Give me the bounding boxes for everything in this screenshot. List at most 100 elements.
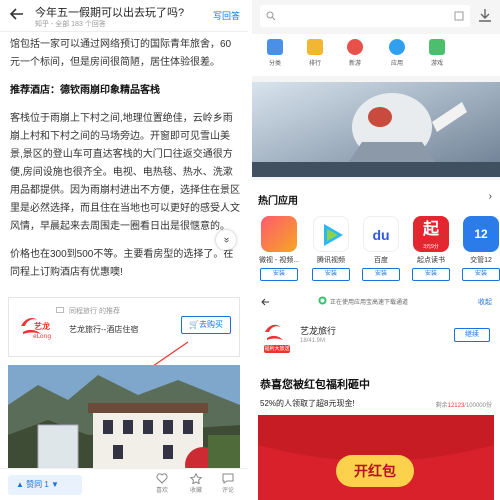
download-icon[interactable] (478, 8, 492, 22)
comment-button[interactable]: 评论 (216, 473, 240, 494)
traffic-icon-text: 12 (474, 227, 488, 241)
install-button[interactable]: 安装 (312, 268, 350, 281)
app-name: 百度 (374, 257, 388, 264)
search-icon (266, 11, 276, 21)
app-item[interactable]: du 百度 安装 (356, 216, 406, 281)
install-button[interactable]: 安装 (412, 268, 450, 281)
gamepad-icon (429, 39, 445, 55)
remaining-prefix: 剩余 (435, 403, 448, 409)
install-button[interactable]: 安装 (260, 268, 298, 281)
app-item[interactable]: 12 交管12 安装 (456, 216, 500, 281)
arrow-right-icon[interactable]: › (489, 191, 492, 202)
app-item[interactable]: 起 3元9分 起点读书 安装 (406, 216, 456, 281)
like-label: 喜欢 (155, 488, 168, 494)
back-arrow-icon[interactable] (9, 6, 25, 22)
download-channel-note: 正在使用应用宝高速下载通道 (330, 300, 409, 306)
category-item[interactable]: 游戏 (420, 39, 454, 67)
answer-body: 馆包括一家可以通过网络预订的国际青年旅舍，60元一个标间，但是房间很简陋，居住体… (10, 36, 240, 292)
collapse-button[interactable]: » (216, 230, 236, 250)
scan-icon[interactable] (454, 11, 464, 21)
like-button[interactable]: 喜欢 (150, 473, 174, 494)
answer-footer: ▲ 赞同 1 ▼ 喜欢 收藏 评论 (0, 468, 248, 500)
category-row: 分类 排行 新游 应用 游戏 (252, 34, 500, 76)
yingyongbao-icon (318, 296, 327, 305)
install-button[interactable]: 安装 (362, 268, 400, 281)
buy-label: 去购买 (198, 320, 223, 329)
category-item[interactable]: 分类 (258, 39, 292, 67)
game-banner[interactable] (252, 82, 500, 177)
app-name: 腾讯视频 (317, 257, 345, 264)
screenshot-collage: 今年五一假期可以出去玩了吗? 知乎 - 全部 183 个回答 写回答 馆包括一家… (0, 0, 500, 500)
category-item[interactable]: 应用 (380, 39, 414, 67)
download-progress-text: 18/41.9M (300, 338, 326, 344)
double-chevron-icon: » (221, 237, 232, 243)
remaining-count: 剩余12123/100000份 (436, 400, 492, 409)
comment-icon (222, 473, 234, 484)
baidu-icon-text: du (372, 227, 390, 243)
question-meta: 知乎 - 全部 183 个回答 (35, 21, 106, 28)
qidian-icon: 起 3元9分 (413, 216, 449, 252)
app-name: 微视 - 视频... (258, 257, 300, 264)
traffic-12123-icon: 12 (463, 216, 499, 252)
red-packet: 开红包 (258, 415, 494, 500)
baidu-icon: du (363, 216, 399, 252)
upvote-arrow-icon: ▲ (16, 480, 27, 489)
category-item[interactable]: 排行 (298, 39, 332, 67)
write-answer-button[interactable]: 写回答 (213, 9, 240, 22)
install-button[interactable]: 安装 (462, 268, 500, 281)
category-label: 排行 (308, 61, 321, 67)
collapse-link[interactable]: 收起 (478, 297, 492, 307)
category-label: 游戏 (430, 61, 443, 67)
favorite-label: 收藏 (189, 488, 202, 494)
paragraph: 客栈位于雨崩上下村之间,地理位置绝佳，云岭乡雨崩上村和下村之间的马场旁边。开窗即… (10, 113, 240, 232)
game-new-icon (347, 39, 363, 55)
open-red-packet-button[interactable]: 开红包 (336, 455, 414, 487)
upvote-label: 赞同 1 (26, 480, 49, 489)
sheet-header: 正在使用应用宝高速下载通道 收起 (252, 292, 500, 312)
favorite-button[interactable]: 收藏 (184, 473, 208, 494)
claim-stat: 52%的人领取了超8元现金! (260, 399, 355, 408)
ad-source-icon (56, 307, 64, 313)
promo-badge: 福利大放送 (264, 345, 290, 353)
svg-text:eLong: eLong (33, 333, 51, 340)
star-icon (190, 473, 202, 484)
category-item[interactable]: 新游 (338, 39, 372, 67)
paragraph: 馆包括一家可以通过网络预订的国际青年旅舍，60元一个标间，但是房间很简陋，居住体… (10, 39, 232, 68)
remaining-value: 12123 (447, 403, 465, 409)
continue-button[interactable]: 继续 (454, 328, 490, 342)
app-item[interactable]: 微视 - 视频... 安装 (254, 216, 304, 281)
back-arrow-icon[interactable] (260, 297, 270, 307)
upvote-button[interactable]: ▲ 赞同 1 ▼ (8, 475, 82, 495)
hotel-photo (8, 365, 240, 480)
app-name: 起点读书 (417, 257, 445, 264)
category-label: 新游 (348, 61, 361, 67)
hot-apps-section: 热门应用 › 微视 - 视频... 安装 腾讯视频 安装 du 百度 安装 起 … (252, 180, 500, 290)
app-store-panel: 分类 排行 新游 应用 游戏 热门应用 › 微视 - 视频... 安装 腾讯视频… (252, 0, 500, 290)
category-label: 分类 (268, 61, 281, 67)
search-input[interactable] (260, 5, 470, 27)
app-item[interactable]: 腾讯视频 安装 (306, 216, 356, 281)
congrats-heading: 恭喜您被红包福利砸中 (260, 379, 370, 391)
elong-logo: 艺龙 eLong (21, 318, 51, 340)
elong-app-icon (265, 324, 283, 340)
comment-label: 评论 (221, 488, 234, 494)
svg-text:艺龙: 艺龙 (34, 321, 50, 331)
downvote-icon[interactable]: ▼ (51, 480, 59, 489)
qidian-icon-text: 起 (422, 221, 439, 238)
weishi-icon (261, 216, 297, 252)
heart-icon (156, 473, 168, 484)
question-header: 今年五一假期可以出去玩了吗? 知乎 - 全部 183 个回答 写回答 (0, 0, 248, 32)
grid-icon (267, 39, 283, 55)
paragraph: 价格也在300到500不等。主要看房型的选择了。在同程上订购酒店有优惠噢! (10, 249, 234, 278)
question-title[interactable]: 今年五一假期可以出去玩了吗? (35, 4, 184, 20)
recommend-heading: 推荐酒店：德钦雨崩印象精品客栈 (10, 85, 160, 96)
trophy-icon (307, 39, 323, 55)
cart-icon: 🛒 (189, 320, 199, 329)
download-sheet: 正在使用应用宝高速下载通道 收起 福利大放送 艺龙旅行 18/41.9M 继续 … (252, 292, 500, 500)
qidian-icon-sub: 3元9分 (423, 244, 439, 250)
buy-button[interactable]: 🛒去购买 (181, 316, 231, 334)
ad-source: 同程旅行 的推荐 (69, 308, 120, 315)
remaining-suffix: /100000份 (464, 403, 492, 409)
ad-title: 艺龙旅行--酒店住宿 (69, 325, 139, 334)
tencent-video-icon (313, 216, 349, 252)
